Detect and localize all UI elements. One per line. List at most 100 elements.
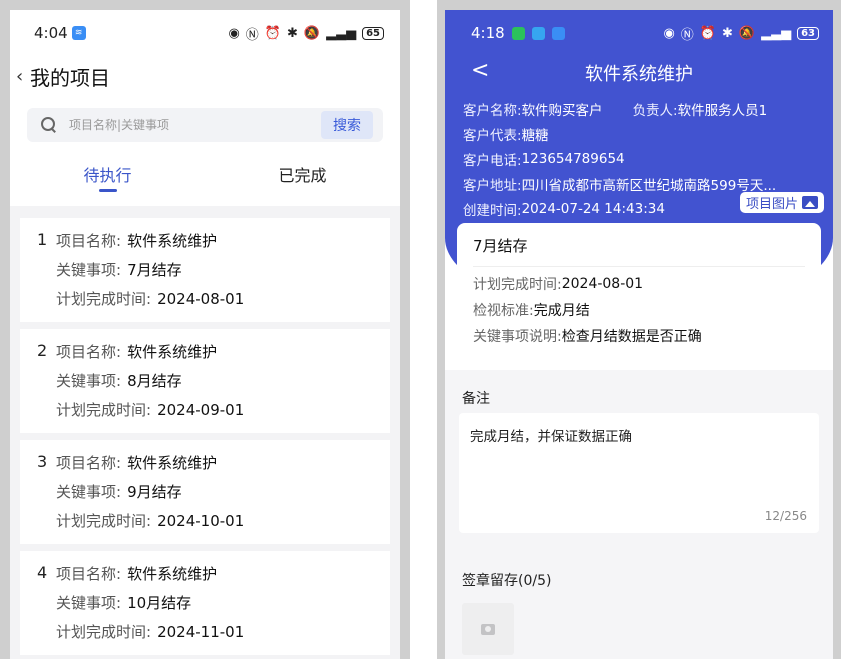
project-name-label: 项目名称: <box>56 232 122 250</box>
project-list-screen: 4:04 ≋ ◉ Ⓝ ⏰ ✱ 🔕 ▂▃▅ 65 ‹ 我的项目 项目名称|关键事项… <box>10 10 400 659</box>
right-phone-frame: 4:18 ◉ Ⓝ ⏰ ✱ 🔕 ▂▃▅ 63 < 软件系统维护 客户名称: 软件购… <box>437 0 841 659</box>
wifi-icon: ≋ <box>71 26 86 40</box>
owner-value: 软件服务人员1 <box>677 102 768 119</box>
task-index: 2 <box>37 341 48 360</box>
alarm-icon: ⏰ <box>264 25 281 41</box>
task-card[interactable]: 1 项目名称: 软件系统维护 关键事项: 7月结存 计划完成时间: 2024-08-0… <box>20 218 390 322</box>
list-header-area: 4:04 ≋ ◉ Ⓝ ⏰ ✱ 🔕 ▂▃▅ 65 ‹ 我的项目 项目名称|关键事项… <box>10 10 400 206</box>
plan-date-value: 2024-08-01 <box>157 289 245 308</box>
plan-date-value: 2024-09-01 <box>157 400 245 419</box>
key-item-label: 关键事项: <box>56 372 122 390</box>
remarks-char-count: 12/256 <box>764 509 807 523</box>
task-card[interactable]: 2 项目名称: 软件系统维护 关键事项: 8月结存 计划完成时间: 2024-09-0… <box>20 329 390 433</box>
status-bar: 4:18 ◉ Ⓝ ⏰ ✱ 🔕 ▂▃▅ 63 <box>445 10 833 56</box>
key-item-label: 关键事项: <box>56 483 122 501</box>
stamp-label: 签章留存(0/5) <box>462 573 552 589</box>
project-name-value: 软件系统维护 <box>127 343 218 361</box>
customer-address-value: 四川省成都市高新区世纪城南路599号天... <box>521 177 777 194</box>
key-item-value: 7月结存 <box>127 261 182 279</box>
customer-phone-label: 客户电话: <box>463 152 522 169</box>
owner-label: 负责人: <box>632 102 678 119</box>
search-input[interactable] <box>69 118 321 132</box>
search-bar: 搜索 <box>27 108 383 142</box>
nfc-icon: Ⓝ <box>680 27 694 43</box>
key-item-desc-label: 关键事项说明: <box>473 329 562 345</box>
plan-date-label: 计划完成时间: <box>56 290 152 308</box>
mute-icon: 🔕 <box>303 25 321 41</box>
task-list: 1 项目名称: 软件系统维护 关键事项: 7月结存 计划完成时间: 2024-08-0… <box>10 206 400 655</box>
search-icon <box>41 117 57 133</box>
customer-rep-label: 客户代表: <box>463 127 522 144</box>
customer-name-label: 客户名称: <box>463 102 522 119</box>
key-item-value: 10月结存 <box>127 594 192 612</box>
bluetooth-icon: ✱ <box>286 25 298 41</box>
image-icon <box>802 196 818 209</box>
alarm-icon: ⏰ <box>699 25 716 41</box>
project-detail-screen: 4:18 ◉ Ⓝ ⏰ ✱ 🔕 ▂▃▅ 63 < 软件系统维护 客户名称: 软件购… <box>445 10 833 659</box>
eye-icon: ◉ <box>663 25 675 41</box>
remarks-textarea[interactable]: 完成月结，并保证数据正确 12/256 <box>459 413 819 533</box>
plan-date-label: 计划完成时间: <box>56 623 152 641</box>
project-images-label: 项目图片 <box>745 197 798 212</box>
project-images-button[interactable]: 项目图片 <box>739 192 824 213</box>
inspection-standard-label: 检视标准: <box>473 303 534 319</box>
inspection-standard-value: 完成月结 <box>533 303 590 319</box>
tab-completed[interactable]: 已完成 <box>205 150 400 196</box>
detail-content: 4:18 ◉ Ⓝ ⏰ ✱ 🔕 ▂▃▅ 63 < 软件系统维护 客户名称: 软件购… <box>445 10 833 221</box>
wechat-icon <box>511 26 525 40</box>
status-icons: ◉ Ⓝ ⏰ ✱ 🔕 ▂▃▅ 63 <box>663 24 819 43</box>
plan-date-value: 2024-08-01 <box>561 276 644 292</box>
project-name-value: 软件系统维护 <box>127 232 218 250</box>
plan-date-label: 计划完成时间: <box>473 277 562 293</box>
bluetooth-icon: ✱ <box>721 25 733 41</box>
mute-icon: 🔕 <box>738 25 756 41</box>
task-index: 1 <box>37 230 48 249</box>
created-time-value: 2024-07-24 14:43:34 <box>521 200 665 217</box>
stamp-upload-button[interactable] <box>462 603 514 655</box>
customer-address-label: 客户地址: <box>463 177 522 194</box>
eye-icon: ◉ <box>228 25 240 41</box>
key-item-desc-value: 检查月结数据是否正确 <box>561 329 702 345</box>
task-index: 3 <box>37 452 48 471</box>
search-button[interactable]: 搜索 <box>321 111 373 139</box>
wifi-icon <box>551 26 565 40</box>
task-card[interactable]: 4 项目名称: 软件系统维护 关键事项: 10月结存 计划完成时间: 2024-11-… <box>20 551 390 655</box>
key-item-value: 8月结存 <box>127 372 182 390</box>
created-time-label: 创建时间: <box>463 202 522 219</box>
project-name-value: 软件系统维护 <box>127 454 218 472</box>
camera-icon <box>481 623 495 635</box>
plan-date-label: 计划完成时间: <box>56 512 152 530</box>
page-title: 我的项目 <box>30 65 110 90</box>
status-icons: ◉ Ⓝ ⏰ ✱ 🔕 ▂▃▅ 65 <box>228 24 384 43</box>
project-name-value: 软件系统维护 <box>127 565 218 583</box>
key-item-label: 关键事项: <box>56 594 122 612</box>
project-name-label: 项目名称: <box>56 565 122 583</box>
customer-phone-value: 123654789654 <box>521 150 625 167</box>
plan-date-label: 计划完成时间: <box>56 401 152 419</box>
key-item-title: 7月结存 <box>473 235 805 267</box>
nfc-icon: Ⓝ <box>245 27 259 43</box>
status-bar: 4:04 ≋ ◉ Ⓝ ⏰ ✱ 🔕 ▂▃▅ 65 <box>10 10 400 56</box>
customer-rep-value: 糖糖 <box>521 127 549 144</box>
chevron-left-icon[interactable]: ‹ <box>16 66 30 87</box>
project-name-label: 项目名称: <box>56 343 122 361</box>
left-phone-frame: 4:04 ≋ ◉ Ⓝ ⏰ ✱ 🔕 ▂▃▅ 65 ‹ 我的项目 项目名称|关键事项… <box>0 0 410 659</box>
remarks-label: 备注 <box>462 391 490 407</box>
status-tabs: 待执行 已完成 <box>10 150 400 196</box>
plan-date-value: 2024-11-01 <box>157 622 245 641</box>
key-item-value: 9月结存 <box>127 483 182 501</box>
task-card[interactable]: 3 项目名称: 软件系统维护 关键事项: 9月结存 计划完成时间: 2024-10-0… <box>20 440 390 544</box>
app-notification-icon <box>531 26 545 40</box>
tab-pending[interactable]: 待执行 <box>10 150 205 196</box>
status-time: 4:18 <box>471 24 505 42</box>
battery-icon: 65 <box>362 26 384 40</box>
battery-icon: 63 <box>797 26 819 40</box>
status-time: 4:04 <box>34 24 68 42</box>
plan-date-value: 2024-10-01 <box>157 511 245 530</box>
page-header: ‹ 我的项目 <box>10 56 400 96</box>
signal-icon: ▂▃▅ <box>326 25 357 41</box>
page-header: < 软件系统维护 <box>445 56 833 90</box>
key-item-card: 7月结存 计划完成时间: 2024-08-01 检视标准: 完成月结 关键事项说… <box>457 223 821 361</box>
customer-name-value: 软件购买客户 <box>521 102 603 119</box>
chevron-left-icon[interactable]: < <box>471 58 489 83</box>
